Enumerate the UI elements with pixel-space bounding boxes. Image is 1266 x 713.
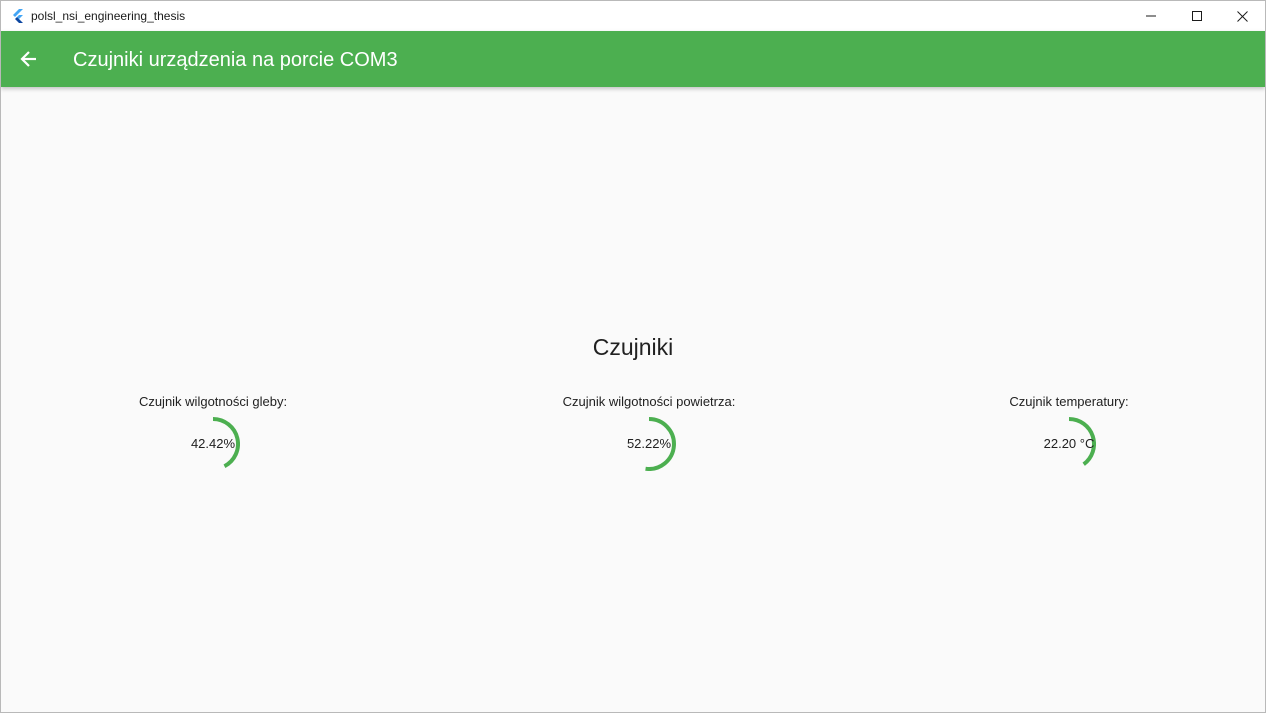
maximize-icon [1192,11,1202,21]
sensor-gauge: 22.20 °C [1042,417,1096,471]
sensor-label: Czujnik wilgotności powietrza: [562,394,736,409]
page-title: Czujniki urządzenia na porcie COM3 [73,49,398,71]
minimize-icon [1146,15,1156,17]
app-window: polsl_nsi_engineering_thesis Czujniki ur… [0,0,1266,713]
window-title: polsl_nsi_engineering_thesis [31,9,186,23]
sensor-soil-moisture: Czujnik wilgotności gleby: 42.42% [83,393,343,483]
sensor-label: Czujnik wilgotności gleby: [138,394,288,409]
sensor-air-humidity: Czujnik wilgotności powietrza: 52.22% [519,393,779,483]
close-icon [1236,10,1248,22]
sensors-heading: Czujniki [592,334,674,360]
window-title-bar[interactable]: polsl_nsi_engineering_thesis [1,1,1265,31]
back-button[interactable] [13,43,45,75]
sensor-gauge: 42.42% [186,417,240,471]
sensor-value: 22.20 °C [1043,436,1095,451]
sensor-value: 42.42% [190,436,236,451]
sensor-gauge: 52.22% [622,417,676,471]
maximize-button[interactable] [1174,1,1220,31]
sensor-value: 52.22% [626,436,672,451]
flutter-icon [10,8,26,24]
sensor-temperature: Czujnik temperatury: 22.20 °C [939,393,1199,483]
close-button[interactable] [1219,1,1265,31]
arrow-back-icon [20,51,36,67]
minimize-button[interactable] [1128,1,1174,31]
sensor-label: Czujnik temperatury: [1009,394,1129,409]
app-bar: Czujniki urządzenia na porcie COM3 [1,31,1265,87]
